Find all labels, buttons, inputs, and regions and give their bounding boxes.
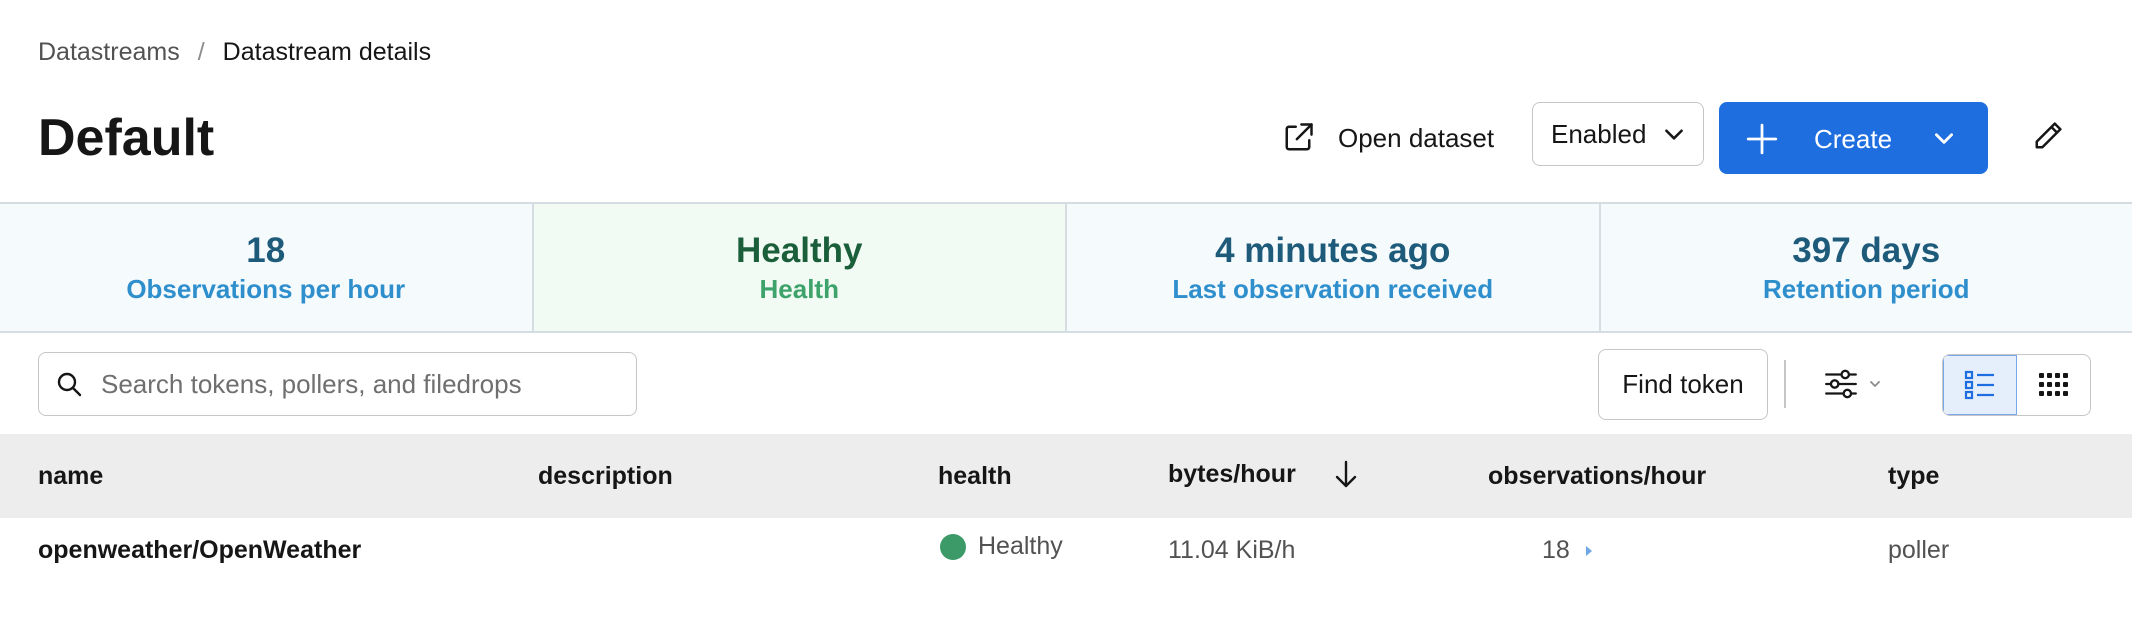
- find-token-button[interactable]: Find token: [1598, 349, 1768, 420]
- toolbar-divider: [1784, 360, 1786, 408]
- chevron-down-icon: [1665, 129, 1683, 140]
- view-toggle: [1942, 354, 2091, 416]
- column-header-description[interactable]: description: [538, 462, 673, 491]
- cell-type: poller: [1888, 536, 1950, 564]
- status-select[interactable]: Enabled: [1532, 102, 1704, 166]
- table-header: name description health bytes/hour obser…: [0, 434, 2132, 518]
- sliders-icon: [1825, 369, 1857, 399]
- cell-bytes-per-hour: 11.04 KiB/h: [1168, 536, 1296, 564]
- breadcrumb-current: Datastream details: [222, 38, 432, 66]
- column-header-type[interactable]: type: [1888, 462, 1939, 491]
- cell-health: Healthy: [940, 532, 1063, 561]
- edit-button[interactable]: [2026, 114, 2070, 158]
- external-link-icon: [1285, 123, 1313, 151]
- pencil-icon: [2035, 122, 2062, 149]
- search-icon: [57, 372, 82, 397]
- grid-view-icon: [2038, 373, 2068, 396]
- column-header-label: bytes/hour: [1168, 459, 1296, 488]
- stat-observations-per-hour: 18 Observations per hour: [0, 204, 534, 331]
- stat-label: Retention period: [1762, 274, 1970, 304]
- stat-value: 4 minutes ago: [1215, 231, 1451, 270]
- plus-icon: [1746, 123, 1778, 155]
- create-button[interactable]: Create: [1719, 102, 1988, 174]
- stat-health: Healthy Health: [533, 204, 1067, 331]
- open-dataset-button[interactable]: Open dataset: [1280, 102, 1494, 174]
- column-header-health[interactable]: health: [938, 462, 1012, 491]
- breadcrumb-separator: /: [197, 38, 205, 66]
- create-button-label: Create: [1814, 124, 1893, 154]
- filter-settings-button[interactable]: [1822, 360, 1882, 408]
- stat-label: Health: [759, 274, 839, 304]
- status-select-value: Enabled: [1551, 118, 1647, 149]
- breadcrumb-datastreams-link[interactable]: Datastreams: [38, 38, 180, 67]
- cell-name[interactable]: openweather/OpenWeather: [38, 536, 361, 565]
- observations-value: 18: [1542, 536, 1570, 564]
- open-dataset-label: Open dataset: [1338, 122, 1495, 153]
- table-row[interactable]: openweather/OpenWeather Healthy 11.04 Ki…: [0, 518, 2132, 582]
- caret-right-icon[interactable]: [1584, 545, 1594, 557]
- header-actions: Open dataset Enabled Create: [0, 102, 2132, 174]
- health-status-dot: [940, 533, 966, 560]
- stat-retention-period: 397 days Retention period: [1600, 204, 2132, 331]
- health-status-text: Healthy: [978, 532, 1063, 560]
- cell-observations-per-hour: 18: [1542, 536, 1594, 565]
- stat-last-observation: 4 minutes ago Last observation received: [1067, 204, 1601, 331]
- stats-bar: 18 Observations per hour Healthy Health …: [0, 202, 2132, 333]
- grid-view-button[interactable]: [2017, 355, 2090, 415]
- table-toolbar: Find token: [0, 349, 2132, 420]
- stat-label: Last observation received: [1172, 274, 1494, 304]
- stat-value: Healthy: [736, 231, 863, 270]
- list-view-icon: [1964, 370, 1994, 400]
- search-input[interactable]: [101, 368, 621, 400]
- list-view-button[interactable]: [1943, 355, 2017, 415]
- stat-label: Observations per hour: [126, 274, 406, 304]
- search-box: [38, 352, 637, 416]
- chevron-down-icon: [1870, 381, 1880, 387]
- column-header-bytes-per-hour[interactable]: bytes/hour: [1168, 458, 1362, 490]
- arrow-down-icon: [1335, 460, 1356, 488]
- column-header-observations-per-hour[interactable]: observations/hour: [1488, 462, 1706, 491]
- column-header-name[interactable]: name: [38, 462, 103, 491]
- stat-value: 18: [246, 231, 286, 270]
- breadcrumb: Datastreams / Datastream details: [38, 38, 431, 67]
- chevron-down-icon[interactable]: [1931, 125, 1957, 151]
- datastream-table: name description health bytes/hour obser…: [0, 434, 2132, 582]
- stat-value: 397 days: [1792, 231, 1941, 270]
